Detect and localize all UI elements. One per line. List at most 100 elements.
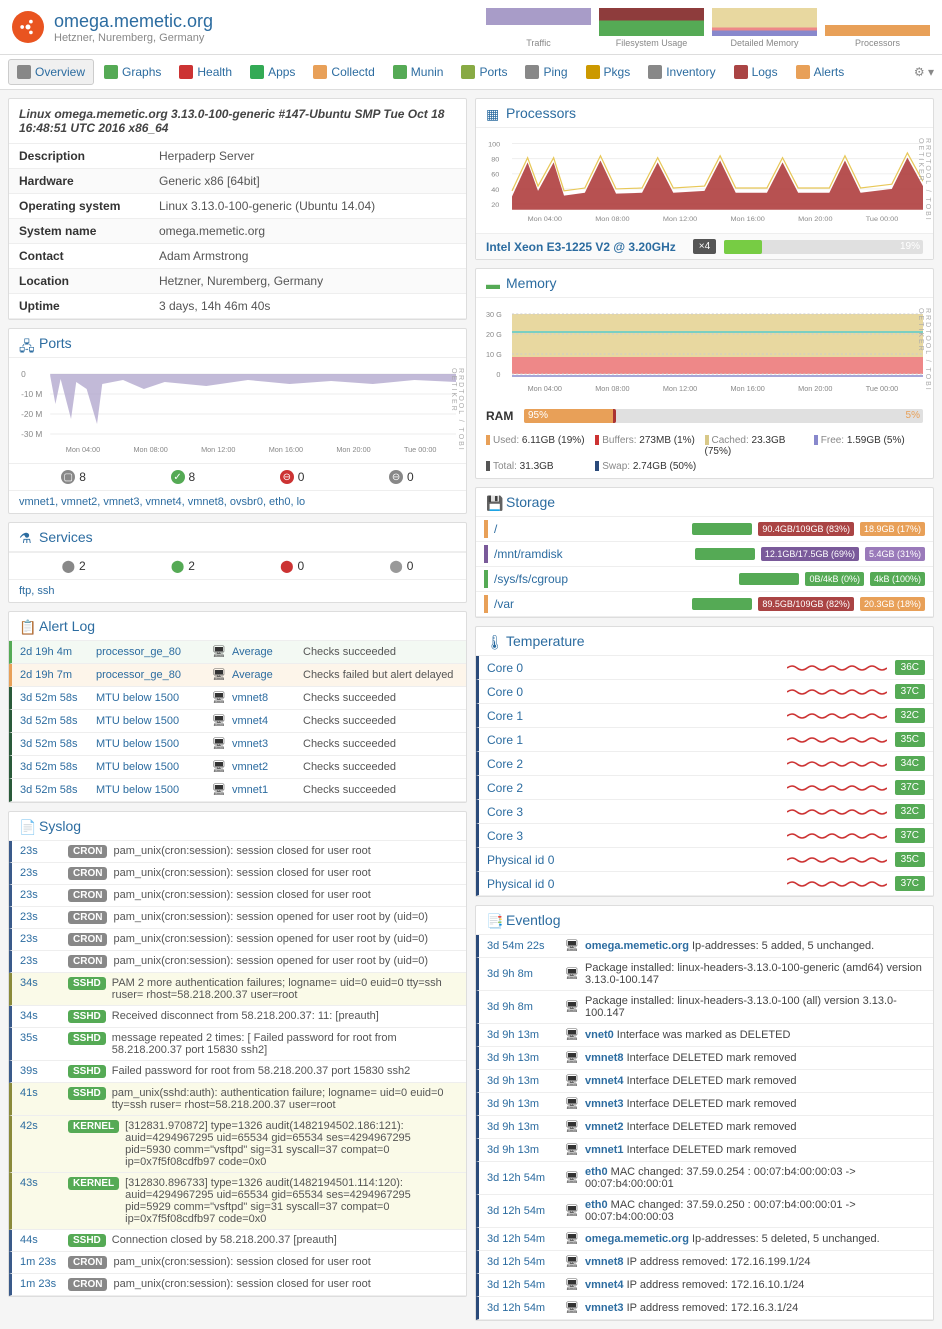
device-icon: 🖥	[565, 1232, 579, 1246]
event-row[interactable]: 3d 12h 54m🖥vmnet4 IP address removed: 17…	[476, 1274, 933, 1297]
alert-row[interactable]: 3d 52m 58sMTU below 1500🖥vmnet3Checks su…	[9, 733, 466, 756]
tab-ping[interactable]: Ping	[517, 60, 575, 84]
syslog-row[interactable]: 35sSSHDmessage repeated 2 times: [ Faile…	[9, 1028, 466, 1061]
tab-munin[interactable]: Munin	[385, 60, 452, 84]
event-row[interactable]: 3d 9h 13m🖥vmnet2 Interface DELETED mark …	[476, 1116, 933, 1139]
syslog-row[interactable]: 23sCRONpam_unix(cron:session): session o…	[9, 929, 466, 951]
syslog-row[interactable]: 41sSSHDpam_unix(sshd:auth): authenticati…	[9, 1083, 466, 1116]
port-stat: ⊖ 0	[280, 470, 305, 484]
syslog-tag: CRON	[68, 845, 107, 858]
syslog-row[interactable]: 23sCRONpam_unix(cron:session): session c…	[9, 863, 466, 885]
device-icon: 🖥	[565, 1074, 579, 1088]
spark-Filesystem Usage[interactable]: Filesystem Usage	[599, 8, 704, 46]
event-row[interactable]: 3d 9h 13m🖥vmnet3 Interface DELETED mark …	[476, 1093, 933, 1116]
event-row[interactable]: 3d 9h 8m🖥Package installed: linux-header…	[476, 991, 933, 1024]
alert-row[interactable]: 3d 52m 58sMTU below 1500🖥vmnet8Checks su…	[9, 687, 466, 710]
event-row[interactable]: 3d 12h 54m🖥vmnet3 IP address removed: 17…	[476, 1297, 933, 1320]
spark-Detailed Memory[interactable]: Detailed Memory	[712, 8, 817, 46]
svg-text:40: 40	[491, 187, 499, 194]
alert-row[interactable]: 3d 52m 58sMTU below 1500🖥vmnet2Checks su…	[9, 756, 466, 779]
event-row[interactable]: 3d 12h 54m🖥eth0 MAC changed: 37.59.0.250…	[476, 1195, 933, 1228]
tab-ports[interactable]: Ports	[453, 60, 515, 84]
event-row[interactable]: 3d 12h 54m🖥eth0 MAC changed: 37.59.0.254…	[476, 1162, 933, 1195]
temp-row[interactable]: Core 332C	[476, 800, 933, 824]
alert-row[interactable]: 2d 19h 4mprocessor_ge_80🖥AverageChecks s…	[9, 641, 466, 664]
temp-row[interactable]: Core 037C	[476, 680, 933, 704]
tab-collectd[interactable]: Collectd	[305, 60, 382, 84]
overview-icon	[17, 65, 31, 79]
syslog-row[interactable]: 34sSSHDReceived disconnect from 58.218.2…	[9, 1006, 466, 1028]
memory-chart: 30 G20 G10 G0 Mon 04:00Mon 08:00Mon 12:0…	[486, 304, 923, 394]
spark-Traffic[interactable]: Traffic	[486, 8, 591, 46]
syslog-tag: CRON	[68, 955, 107, 968]
spark-Processors[interactable]: Processors	[825, 8, 930, 46]
alert-row[interactable]: 3d 52m 58sMTU below 1500🖥vmnet4Checks su…	[9, 710, 466, 733]
svg-text:100: 100	[488, 142, 500, 149]
ports-chart: 0-10 M-20 M-30 M Mon 04:00Mon 08:00Mon 1…	[19, 364, 456, 454]
syslog-row[interactable]: 39sSSHDFailed password for root from 58.…	[9, 1061, 466, 1083]
syslog-row[interactable]: 1m 23sCRONpam_unix(cron:session): sessio…	[9, 1252, 466, 1274]
device-icon: 🖥	[565, 1120, 579, 1134]
svg-text:Mon 04:00: Mon 04:00	[528, 385, 562, 393]
storage-row[interactable]: /90.4GB/109GB (83%)18.9GB (17%)	[476, 517, 933, 542]
temp-row[interactable]: Physical id 037C	[476, 872, 933, 896]
info-row: Operating systemLinux 3.13.0-100-generic…	[9, 194, 466, 219]
storage-row[interactable]: /mnt/ramdisk12.1GB/17.5GB (69%)5.4GB (31…	[476, 542, 933, 567]
gear-icon[interactable]: ⚙ ▾	[914, 65, 934, 79]
alert-row[interactable]: 3d 52m 58sMTU below 1500🖥vmnet1Checks su…	[9, 779, 466, 802]
tab-pkgs[interactable]: Pkgs	[578, 60, 639, 84]
syslog-row[interactable]: 23sCRONpam_unix(cron:session): session c…	[9, 885, 466, 907]
port-links[interactable]: vmnet1, vmnet2, vmnet3, vmnet4, vmnet8, …	[9, 490, 466, 513]
collectd-icon	[313, 65, 327, 79]
event-row[interactable]: 3d 9h 13m🖥vmnet8 Interface DELETED mark …	[476, 1047, 933, 1070]
tab-alerts[interactable]: Alerts	[788, 60, 853, 84]
event-row[interactable]: 3d 9h 8m🖥Package installed: linux-header…	[476, 958, 933, 991]
hostname[interactable]: omega.memetic.org	[54, 11, 213, 32]
event-row[interactable]: 3d 12h 54m🖥vmnet8 IP address removed: 17…	[476, 1251, 933, 1274]
event-row[interactable]: 3d 9h 13m🖥vnet0 Interface was marked as …	[476, 1024, 933, 1047]
syslog-tag: KERNEL	[68, 1177, 119, 1190]
temp-row[interactable]: Core 337C	[476, 824, 933, 848]
syslog-row[interactable]: 23sCRONpam_unix(cron:session): session c…	[9, 841, 466, 863]
svg-text:60: 60	[491, 172, 499, 179]
services-links[interactable]: ftp, ssh	[9, 579, 466, 602]
tab-logs[interactable]: Logs	[726, 60, 786, 84]
syslog-row[interactable]: 43sKERNEL[312830.896733] type=1326 audit…	[9, 1173, 466, 1230]
temp-row[interactable]: Physical id 035C	[476, 848, 933, 872]
syslog-row[interactable]: 23sCRONpam_unix(cron:session): session o…	[9, 907, 466, 929]
tab-health[interactable]: Health	[171, 60, 240, 84]
temp-row[interactable]: Core 237C	[476, 776, 933, 800]
event-row[interactable]: 3d 9h 13m🖥vmnet1 Interface DELETED mark …	[476, 1139, 933, 1162]
event-row[interactable]: 3d 12h 54m🖥omega.memetic.org Ip-addresse…	[476, 1228, 933, 1251]
alert-row[interactable]: 2d 19h 7mprocessor_ge_80🖥AverageChecks f…	[9, 664, 466, 687]
temp-row[interactable]: Core 036C	[476, 656, 933, 680]
tab-graphs[interactable]: Graphs	[96, 60, 169, 84]
syslog-tag: CRON	[68, 867, 107, 880]
svg-text:Mon 08:00: Mon 08:00	[595, 216, 629, 223]
munin-icon	[393, 65, 407, 79]
graphs-icon	[104, 65, 118, 79]
mem-stat: Total: 31.3GB	[486, 459, 595, 474]
syslog-row[interactable]: 42sKERNEL[312831.970872] type=1326 audit…	[9, 1116, 466, 1173]
event-row[interactable]: 3d 54m 22s🖥omega.memetic.org Ip-addresse…	[476, 935, 933, 958]
port-stat: ✓ 8	[171, 470, 196, 484]
temp-row[interactable]: Core 135C	[476, 728, 933, 752]
syslog-row[interactable]: 44sSSHDConnection closed by 58.218.200.3…	[9, 1230, 466, 1252]
cpu-model[interactable]: Intel Xeon E3-1225 V2 @ 3.20GHz	[486, 240, 685, 254]
ports-panel: 🖧Ports 0-10 M-20 M-30 M Mon 04:00Mon 08:…	[8, 328, 467, 514]
services-panel: ⚗Services ⬤ 2⬤ 2⬤ 0⬤ 0 ftp, ssh	[8, 522, 467, 603]
cpu-icon: ▦	[486, 106, 500, 120]
temp-row[interactable]: Core 132C	[476, 704, 933, 728]
storage-row[interactable]: /var89.5GB/109GB (82%)20.3GB (18%)	[476, 592, 933, 617]
tab-overview[interactable]: Overview	[8, 59, 94, 85]
event-row[interactable]: 3d 9h 13m🖥vmnet4 Interface DELETED mark …	[476, 1070, 933, 1093]
tab-apps[interactable]: Apps	[242, 60, 303, 84]
tab-inventory[interactable]: Inventory	[640, 60, 723, 84]
svg-text:Mon 20:00: Mon 20:00	[798, 216, 832, 223]
storage-row[interactable]: /sys/fs/cgroup0B/4kB (0%)4kB (100%)	[476, 567, 933, 592]
temp-row[interactable]: Core 234C	[476, 752, 933, 776]
syslog-row[interactable]: 1m 23sCRONpam_unix(cron:session): sessio…	[9, 1274, 466, 1296]
syslog-row[interactable]: 23sCRONpam_unix(cron:session): session o…	[9, 951, 466, 973]
syslog-row[interactable]: 34sSSHDPAM 2 more authentication failure…	[9, 973, 466, 1006]
service-stat: ⬤ 2	[171, 559, 195, 573]
